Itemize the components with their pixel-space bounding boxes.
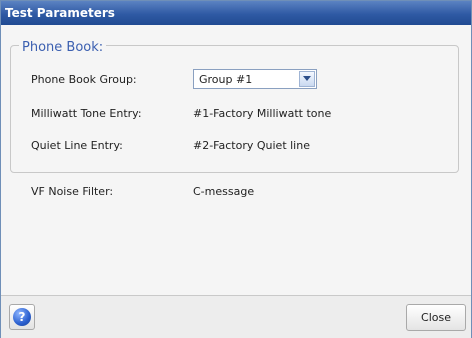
milliwatt-tone-label: Milliwatt Tone Entry: — [31, 107, 142, 120]
phone-book-group-value: Group #1 — [199, 73, 253, 86]
vf-noise-filter-value: C-message — [193, 185, 255, 198]
help-button[interactable]: ? — [9, 304, 35, 330]
phone-book-group-select[interactable]: Group #1 — [193, 69, 317, 89]
chevron-down-icon — [303, 76, 311, 81]
dropdown-button[interactable] — [299, 71, 315, 87]
dialog-content: Phone Book: Phone Book Group: Group #1 M… — [1, 25, 471, 295]
milliwatt-tone-value: #1-Factory Milliwatt tone — [193, 107, 332, 120]
window-title: Test Parameters — [1, 1, 471, 25]
phone-book-legend: Phone Book: — [19, 40, 107, 55]
help-icon: ? — [13, 308, 31, 326]
phone-book-group-label: Phone Book Group: — [31, 73, 137, 86]
vf-noise-filter-label: VF Noise Filter: — [31, 185, 114, 198]
quiet-line-value: #2-Factory Quiet line — [193, 139, 310, 152]
test-parameters-window: Test Parameters Phone Book: Phone Book G… — [0, 0, 472, 338]
quiet-line-label: Quiet Line Entry: — [31, 139, 123, 152]
dialog-footer: ? Close — [1, 295, 471, 338]
close-button[interactable]: Close — [406, 304, 466, 331]
